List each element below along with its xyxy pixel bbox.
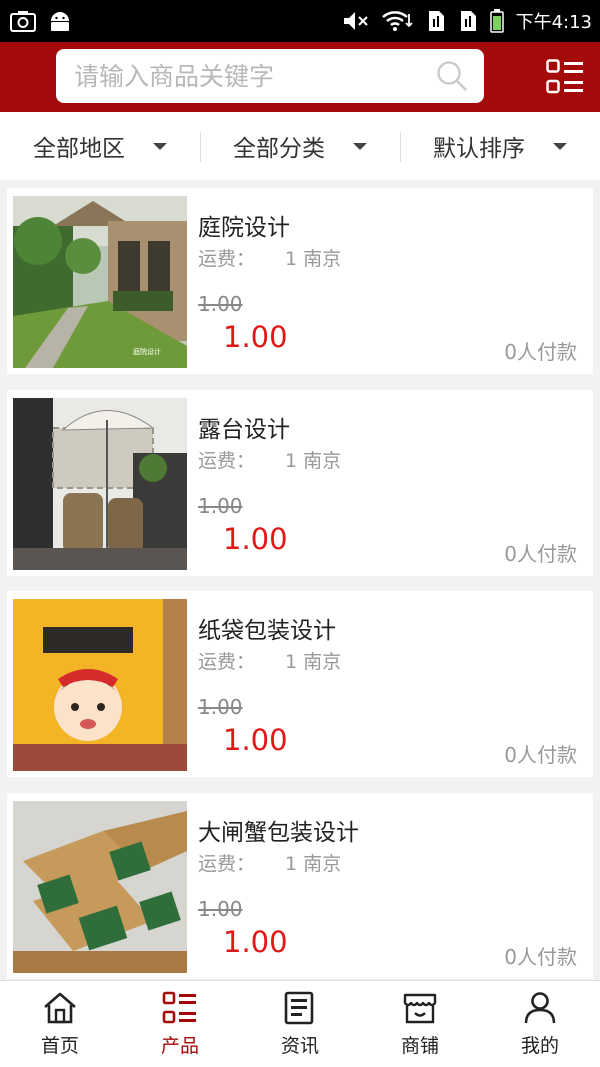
wifi-icon [381,11,413,31]
product-paid-count: 0人付款 [504,340,577,364]
tab-mine[interactable]: 我的 [480,981,600,1067]
battery-icon [489,9,504,33]
search-box[interactable] [56,49,484,103]
search-icon[interactable] [436,60,468,92]
tab-home-label: 首页 [40,1035,79,1057]
tab-home[interactable]: 首页 [0,981,120,1067]
product-price: 1.00 [223,723,288,757]
product-paid-count: 0人付款 [504,743,577,767]
tab-stores-label: 商铺 [400,1035,439,1057]
dropdown-caret-icon [553,142,567,150]
product-price: 1.00 [223,925,288,959]
store-icon [403,993,437,1024]
product-image-crab-packaging[interactable] [13,801,187,973]
dropdown-caret-icon [353,142,367,150]
news-icon [284,991,314,1025]
tab-mine-label: 我的 [520,1035,559,1057]
product-original-price: 1.00 [198,695,243,719]
filter-category[interactable]: 全部分类 [200,112,400,180]
filter-sort-label: 默认排序 [433,136,525,162]
user-icon [524,992,556,1024]
product-list-icon [162,991,196,1024]
tab-news-label: 资讯 [280,1035,319,1057]
product-price: 1.00 [223,522,288,556]
product-card[interactable]: 庭院设计 庭院设计 运费： 1 南京 1.00 1.00 0人付款 [7,188,593,374]
category-menu-icon[interactable] [546,59,584,95]
status-time: 下午4:13 [515,12,592,33]
screenshot-icon [10,11,36,32]
sim-signal-icon [460,11,476,31]
product-original-price: 1.00 [198,494,243,518]
filter-sort[interactable]: 默认排序 [400,112,600,180]
product-paid-count: 0人付款 [504,945,577,969]
product-freight: 运费： 1 南京 [198,450,342,472]
sim-signal-icon [428,11,444,31]
tab-stores[interactable]: 商铺 [360,981,480,1067]
tab-products-label: 产品 [160,1035,199,1057]
search-input[interactable] [74,61,436,91]
filter-region[interactable]: 全部地区 [0,112,200,180]
filter-category-label: 全部分类 [233,136,325,162]
product-paid-count: 0人付款 [504,542,577,566]
product-card[interactable]: 露台设计 运费： 1 南京 1.00 1.00 0人付款 [7,390,593,576]
mute-icon [343,12,368,30]
bottom-tab-bar: 首页 产品 资讯 商铺 我的 [0,980,600,1067]
tab-news[interactable]: 资讯 [240,981,360,1067]
dropdown-caret-icon [153,142,167,150]
product-name[interactable]: 纸袋包装设计 [198,611,336,645]
filter-region-label: 全部地区 [33,136,125,162]
product-card[interactable]: 大闸蟹包装设计 运费： 1 南京 1.00 1.00 0人付款 [7,793,593,979]
top-header [0,42,600,112]
product-list[interactable]: 庭院设计 庭院设计 运费： 1 南京 1.00 1.00 0人付款 露台设计 运… [0,180,600,980]
product-name[interactable]: 庭院设计 [198,208,290,242]
home-icon [44,992,76,1024]
product-image-courtyard[interactable]: 庭院设计 [13,196,187,368]
product-image-terrace[interactable] [13,398,187,570]
product-freight: 运费： 1 南京 [198,651,342,673]
product-image-paper-bag[interactable] [13,599,187,771]
product-name[interactable]: 大闸蟹包装设计 [198,813,359,847]
tab-products[interactable]: 产品 [120,981,240,1067]
product-freight: 运费： 1 南京 [198,248,342,270]
svg-text:庭院设计: 庭院设计 [133,347,161,356]
product-original-price: 1.00 [198,897,243,921]
product-card[interactable]: 纸袋包装设计 运费： 1 南京 1.00 1.00 0人付款 [7,591,593,777]
android-icon [51,12,69,31]
product-original-price: 1.00 [198,292,243,316]
status-bar: 下午4:13 [0,0,600,42]
product-freight: 运费： 1 南京 [198,853,342,875]
filter-bar: 全部地区 全部分类 默认排序 [0,112,600,180]
product-price: 1.00 [223,320,288,354]
product-name[interactable]: 露台设计 [198,410,290,444]
